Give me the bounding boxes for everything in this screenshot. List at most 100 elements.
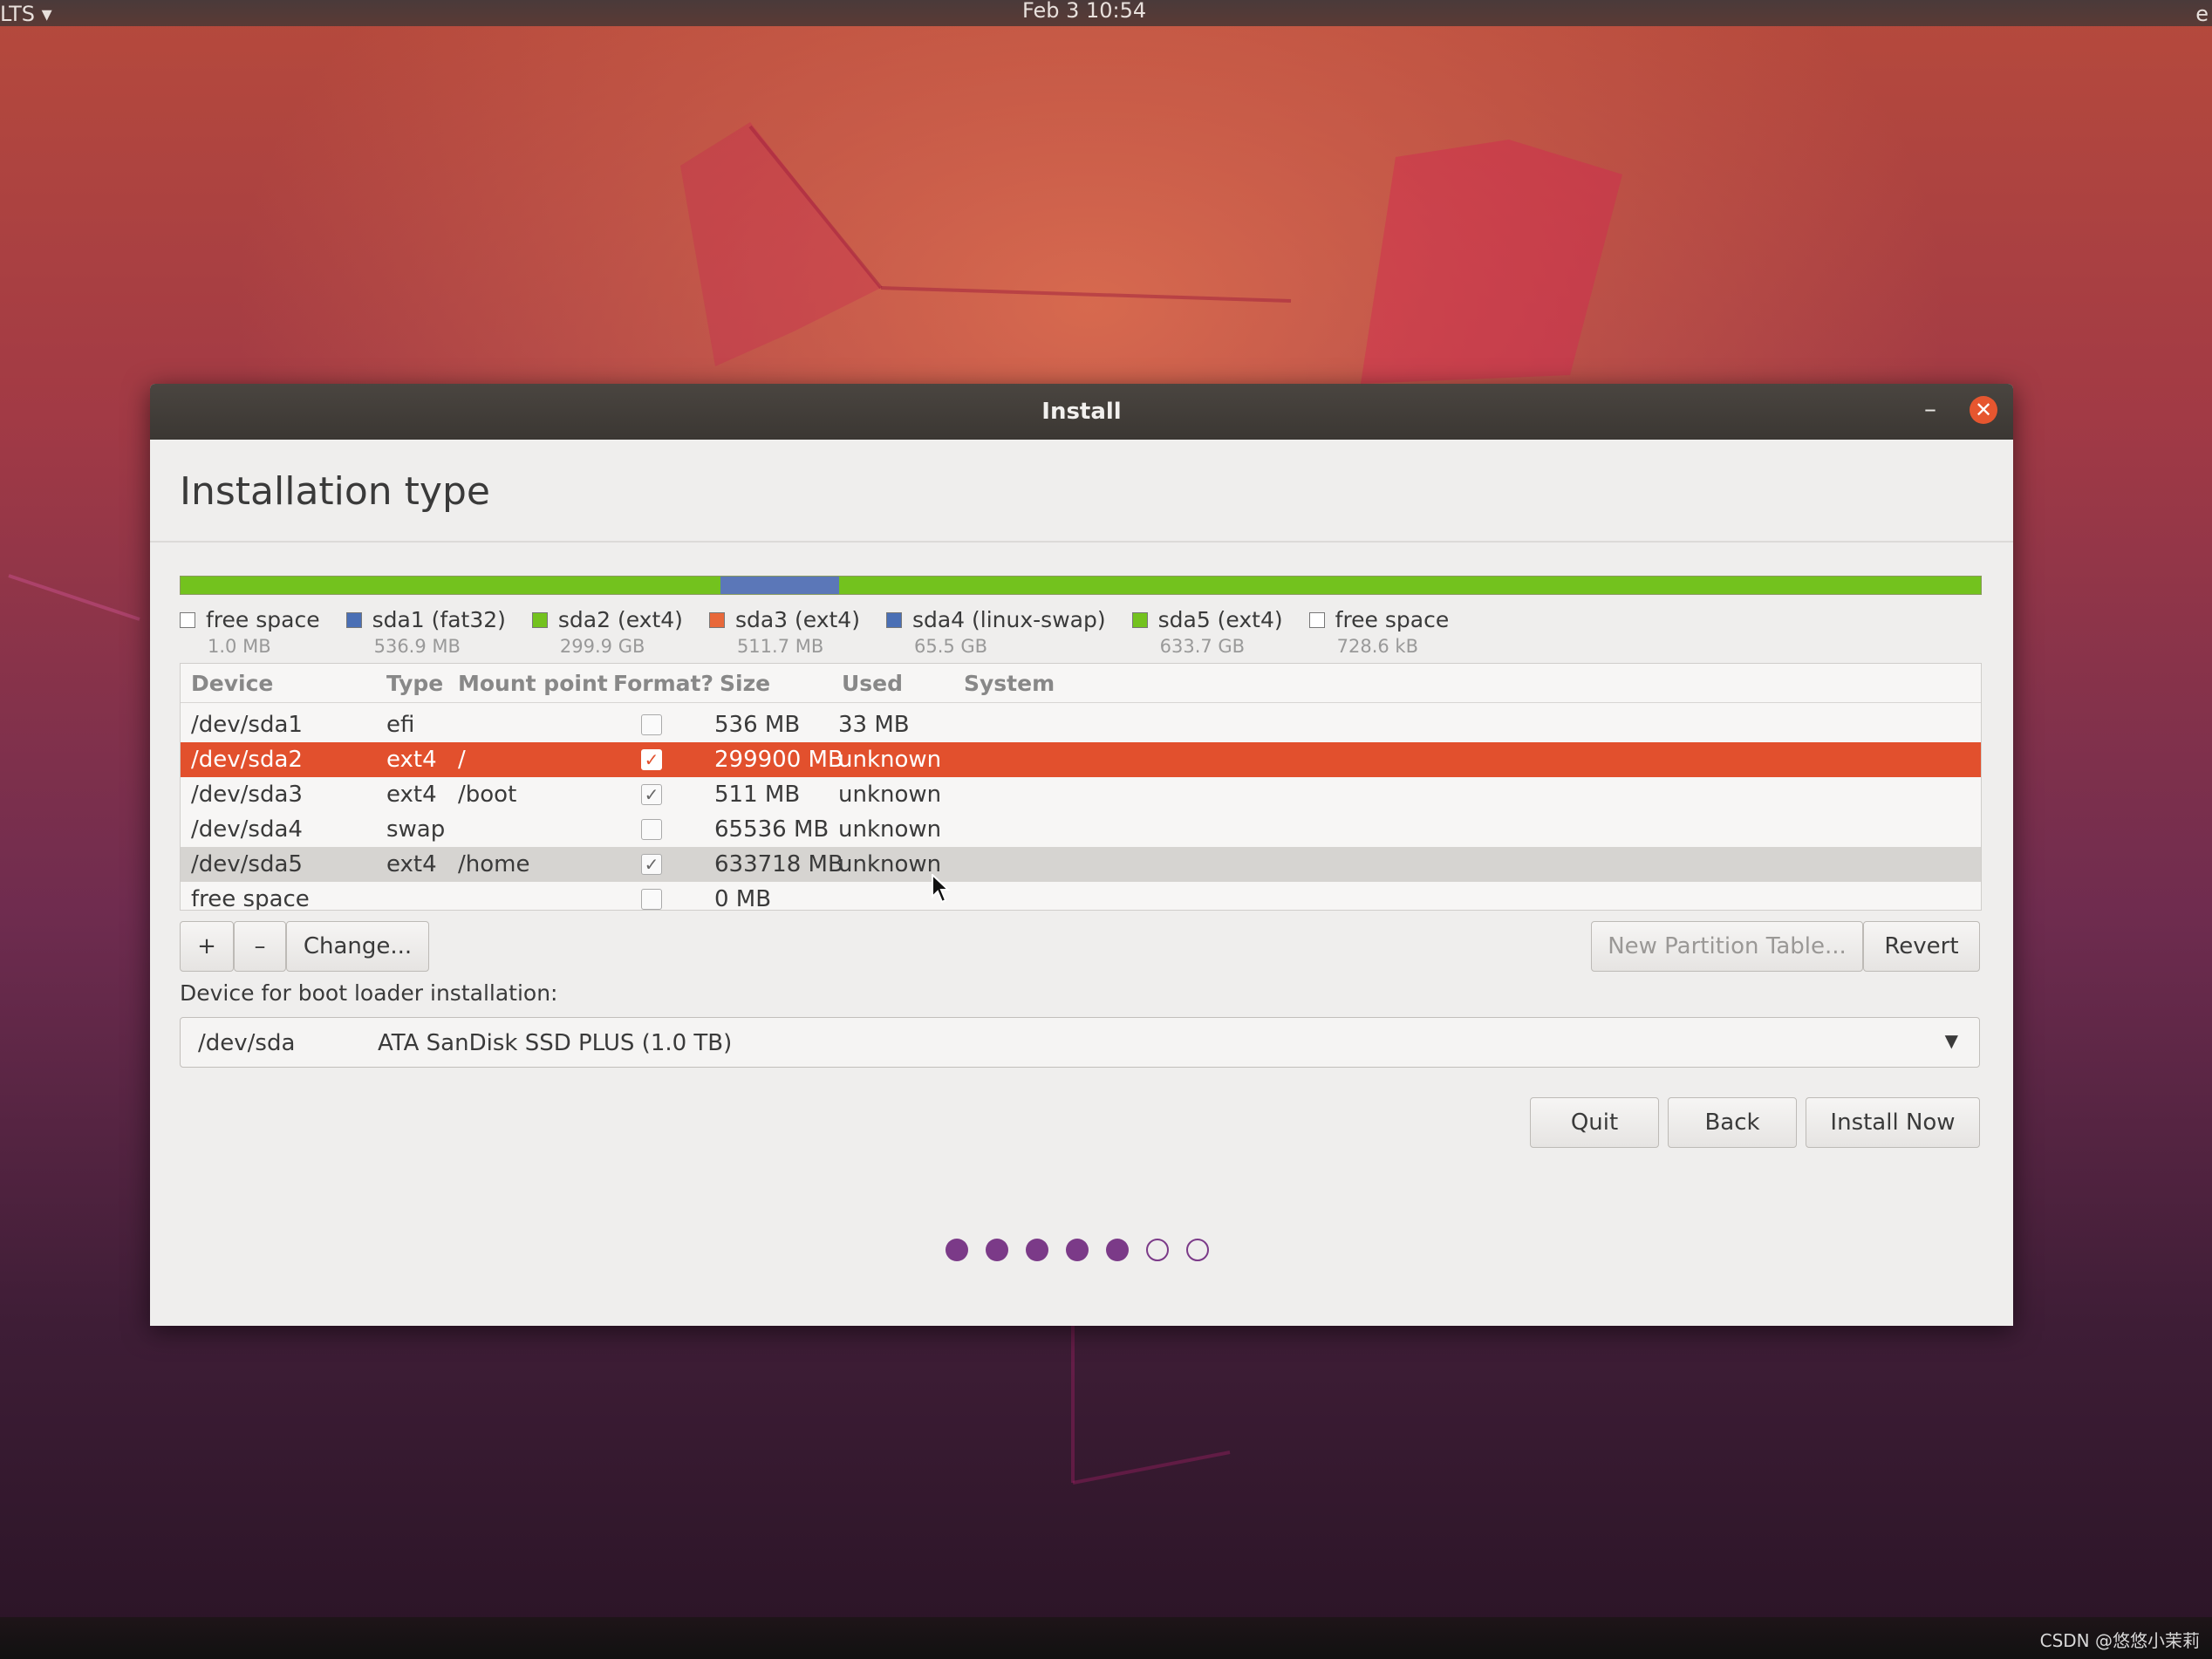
- clock[interactable]: Feb 3 10:54: [1022, 0, 1146, 23]
- cell-used: unknown: [838, 851, 942, 877]
- table-header: Device Type Mount point Format? Size Use…: [181, 664, 1981, 703]
- legend-label: sda1 (fat32): [372, 607, 506, 632]
- progress-dot: [1026, 1239, 1048, 1261]
- progress-dot: [946, 1239, 968, 1261]
- legend-swatch: [1131, 611, 1148, 628]
- legend-label: sda3 (ext4): [734, 607, 860, 632]
- format-checkbox[interactable]: [641, 714, 662, 735]
- legend-label: sda2 (ext4): [557, 607, 683, 632]
- column-header-type[interactable]: Type: [386, 671, 443, 696]
- format-checkbox[interactable]: ✓: [641, 749, 662, 770]
- boot-loader-label: Device for boot loader installation:: [180, 980, 558, 1006]
- boot-loader-device-select[interactable]: /dev/sda ATA SanDisk SSD PLUS (1.0 TB) ▼: [180, 1017, 1980, 1068]
- minimize-button[interactable]: –: [1917, 396, 1943, 422]
- legend-item: sda1 (fat32) 536.9 MB: [345, 607, 506, 657]
- new-partition-table-button[interactable]: New Partition Table...: [1591, 921, 1863, 972]
- boot-loader-description: ATA SanDisk SSD PLUS (1.0 TB): [378, 1030, 733, 1056]
- add-partition-button[interactable]: +: [180, 921, 234, 972]
- column-header-used[interactable]: Used: [842, 671, 903, 696]
- quit-button[interactable]: Quit: [1530, 1097, 1659, 1148]
- cell-used: unknown: [838, 782, 942, 808]
- cell-size: 511 MB: [714, 782, 801, 808]
- partition-bar-segment-sda5: [839, 577, 1981, 594]
- cell-device: /dev/sda3: [191, 782, 303, 808]
- top-panel-right-label[interactable]: e: [2195, 2, 2209, 26]
- cell-used: unknown: [838, 747, 942, 773]
- legend-size: 633.7 GB: [1159, 636, 1246, 657]
- column-header-system[interactable]: System: [964, 671, 1055, 696]
- column-header-mount[interactable]: Mount point: [458, 671, 608, 696]
- legend-label: free space: [1335, 607, 1450, 632]
- cell-size: 0 MB: [714, 886, 772, 911]
- table-row[interactable]: /dev/sda2 ext4 / 299900 MB unknown ✓: [181, 742, 1981, 777]
- cell-device: /dev/sda2: [191, 747, 303, 773]
- cell-type: ext4: [386, 747, 437, 773]
- remove-partition-button[interactable]: –: [234, 921, 286, 972]
- legend-size: 728.6 kB: [1336, 636, 1419, 657]
- legend-swatch: [345, 611, 362, 628]
- legend-item: sda3 (ext4) 511.7 MB: [708, 607, 860, 657]
- cell-type: ext4: [386, 851, 437, 877]
- legend-size: 511.7 MB: [736, 636, 824, 657]
- table-row[interactable]: /dev/sda5 ext4/home 633718 MB unknown ✓: [181, 847, 1981, 882]
- partition-legend: free space 1.0 MB sda1 (fat32) 536.9 MB sda2…: [180, 607, 1475, 657]
- back-button[interactable]: Back: [1668, 1097, 1797, 1148]
- cell-type: swap: [386, 816, 446, 843]
- column-header-size[interactable]: Size: [720, 671, 770, 696]
- cell-size: 65536 MB: [714, 816, 830, 843]
- format-checkbox[interactable]: ✓: [641, 784, 662, 805]
- progress-dot: [1186, 1239, 1209, 1261]
- cell-type: efi: [386, 712, 415, 738]
- cell-device: /dev/sda5: [191, 851, 303, 877]
- progress-dot: [1146, 1239, 1169, 1261]
- legend-size: 536.9 MB: [373, 636, 461, 657]
- legend-size: 1.0 MB: [208, 636, 271, 657]
- boot-loader-device: /dev/sda: [198, 1030, 296, 1056]
- cell-used: 33 MB: [838, 712, 910, 738]
- legend-label: sda5 (ext4): [1157, 607, 1283, 632]
- revert-button[interactable]: Revert: [1863, 921, 1980, 972]
- cell-mount: /: [458, 747, 466, 773]
- legend-item: free space 1.0 MB: [180, 607, 320, 657]
- watermark: CSDN @悠悠小茉莉: [2039, 1630, 2200, 1651]
- format-checkbox[interactable]: ✓: [641, 854, 662, 875]
- legend-size: 299.9 GB: [559, 636, 645, 657]
- progress-dots: [946, 1239, 1209, 1261]
- column-header-format[interactable]: Format?: [613, 671, 713, 696]
- table-row[interactable]: /dev/sda1 efi 536 MB 33 MB: [181, 707, 1981, 742]
- format-checkbox[interactable]: [641, 889, 662, 910]
- legend-swatch: [885, 611, 902, 628]
- table-row[interactable]: /dev/sda4 swap 65536 MB unknown: [181, 812, 1981, 847]
- legend-item: sda5 (ext4) 633.7 GB: [1131, 607, 1283, 657]
- legend-swatch: [180, 611, 195, 628]
- top-panel: LTS ▾ Feb 3 10:54 e: [0, 0, 2212, 26]
- table-row[interactable]: /dev/sda3 ext4/boot 511 MB unknown ✓: [181, 777, 1981, 812]
- cell-size: 633718 MB: [714, 851, 843, 877]
- table-row[interactable]: free space 0 MB: [181, 882, 1981, 911]
- top-panel-left-label[interactable]: LTS ▾: [0, 2, 52, 26]
- legend-item: sda4 (linux-swap) 65.5 GB: [885, 607, 1106, 657]
- legend-swatch: [708, 611, 725, 628]
- legend-swatch: [531, 611, 548, 628]
- install-now-button[interactable]: Install Now: [1806, 1097, 1980, 1148]
- legend-swatch: [1308, 611, 1325, 628]
- partition-table: Device Type Mount point Format? Size Use…: [180, 663, 1982, 911]
- install-window: Install – ✕ Installation type free space…: [150, 384, 2013, 1326]
- column-header-device[interactable]: Device: [191, 671, 273, 696]
- legend-label: sda4 (linux-swap): [911, 607, 1106, 632]
- cell-mount: /boot: [458, 782, 517, 808]
- cell-size: 299900 MB: [714, 747, 843, 773]
- cell-used: unknown: [838, 816, 942, 843]
- close-button[interactable]: ✕: [1970, 396, 1997, 424]
- legend-label: free space: [206, 607, 320, 632]
- partition-bar: [180, 576, 1982, 595]
- progress-dot: [1066, 1239, 1089, 1261]
- title-bar[interactable]: Install – ✕: [150, 384, 2013, 440]
- cell-type: ext4: [386, 782, 437, 808]
- cell-device: /dev/sda1: [191, 712, 303, 738]
- format-checkbox[interactable]: [641, 819, 662, 840]
- page-title: Installation type: [180, 469, 490, 514]
- change-partition-button[interactable]: Change...: [286, 921, 429, 972]
- legend-item: free space 728.6 kB: [1308, 607, 1450, 657]
- partition-bar-segment-sda2: [181, 577, 721, 594]
